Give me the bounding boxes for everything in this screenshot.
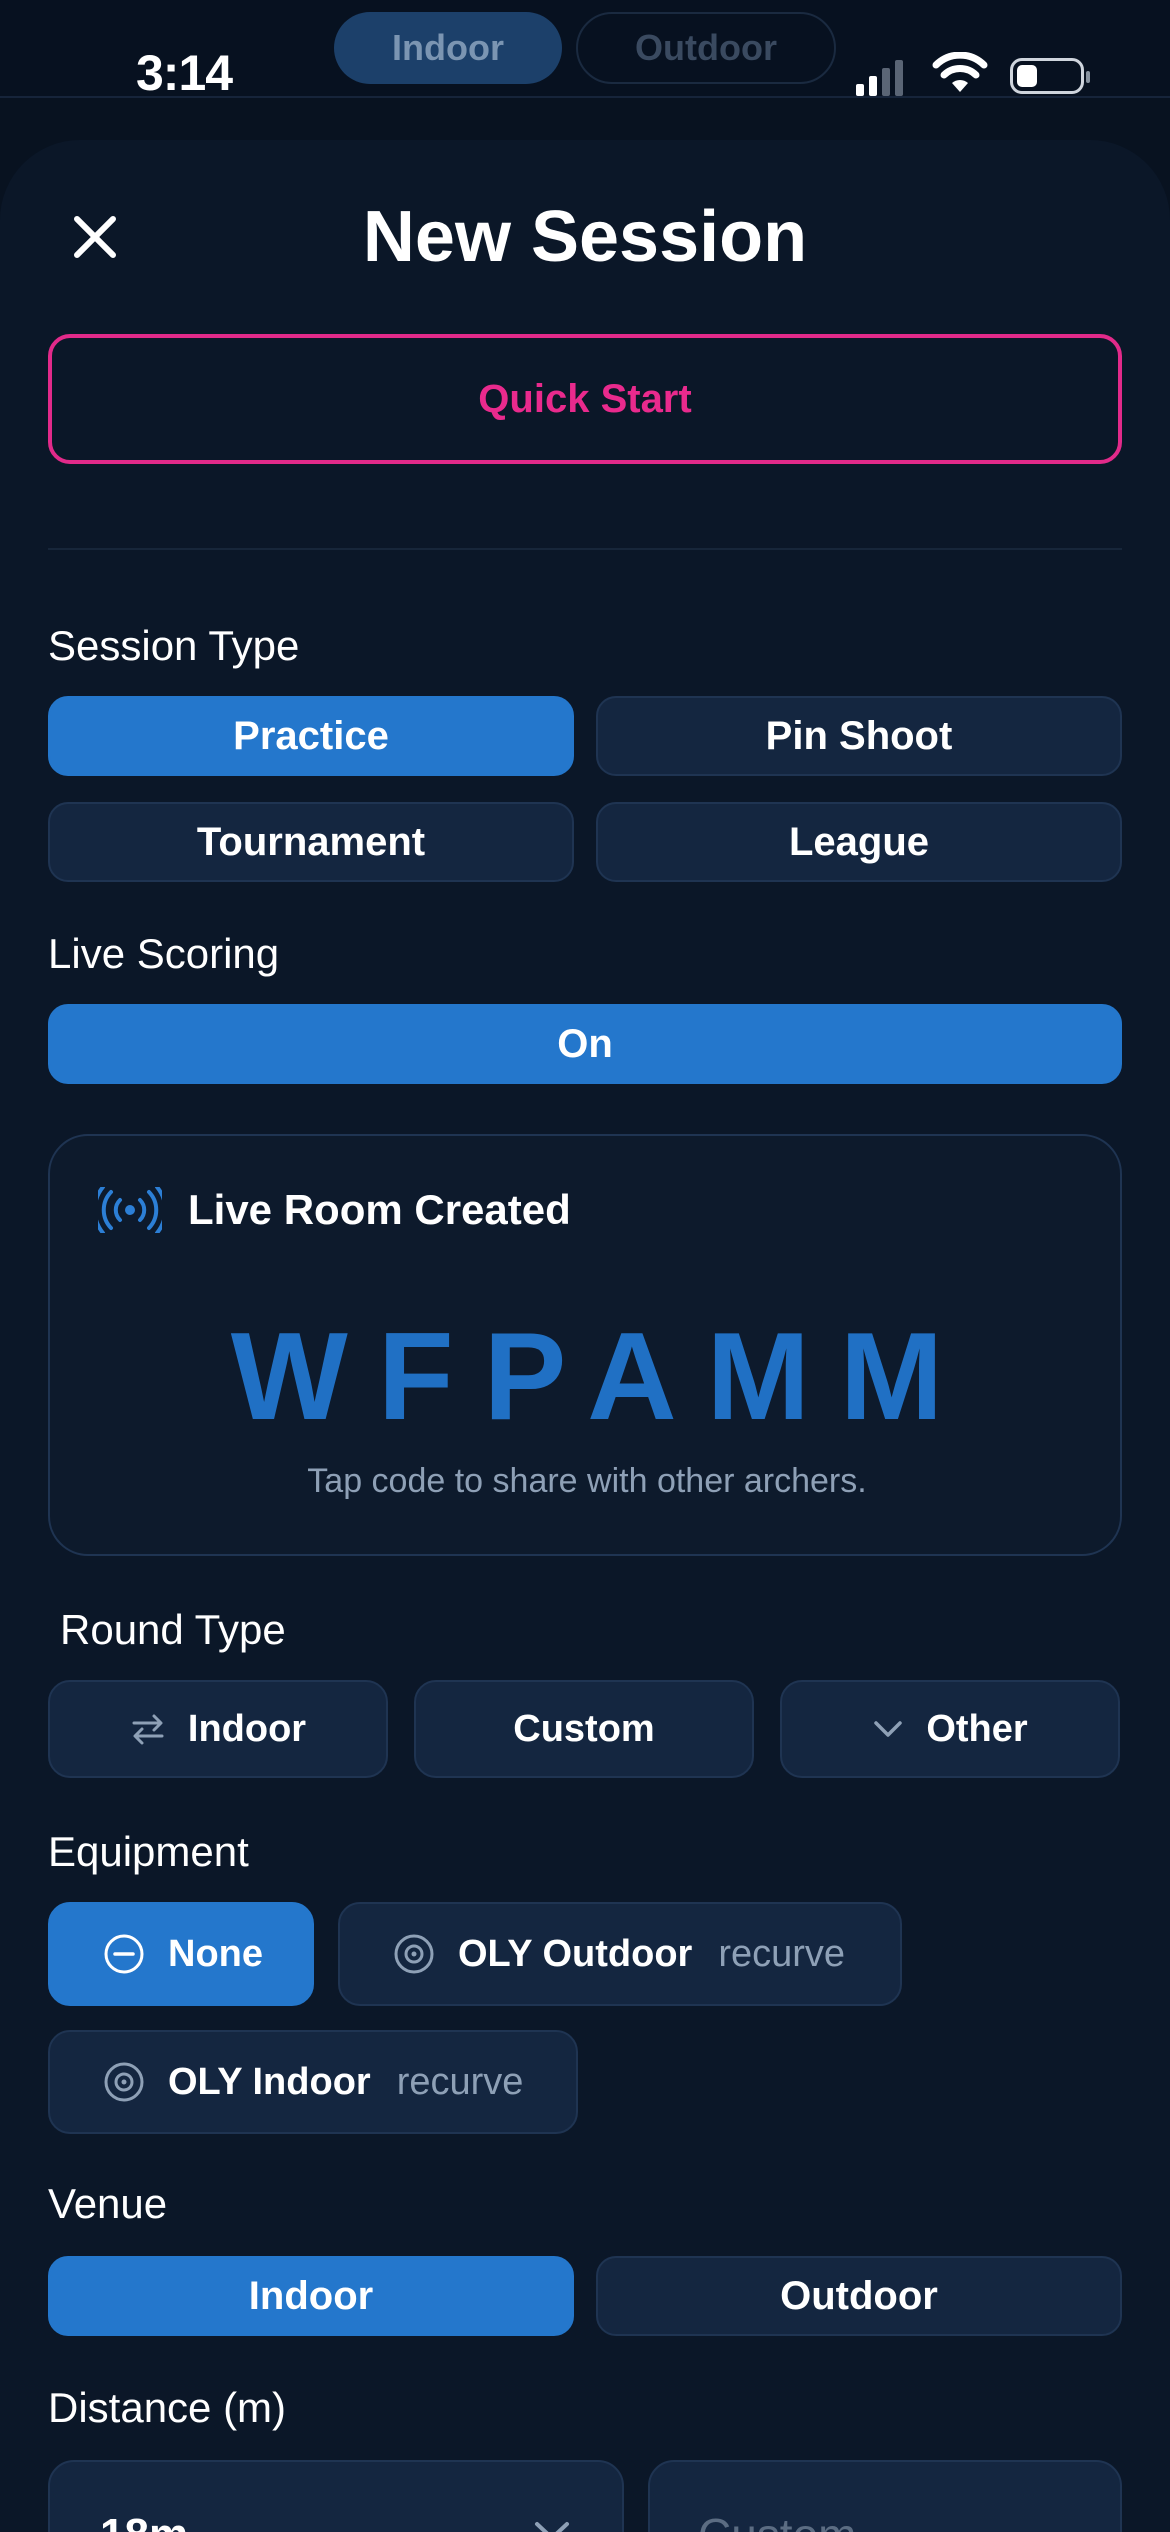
chevron-down-icon xyxy=(535,2522,569,2532)
venue-indoor[interactable]: Indoor xyxy=(48,2256,574,2336)
equipment-oly-outdoor-type: recurve xyxy=(718,1932,846,1975)
equipment-oly-outdoor[interactable]: OLY Outdoor recurve xyxy=(338,1902,902,2006)
battery-icon xyxy=(1010,58,1090,94)
target-icon xyxy=(394,1934,434,1974)
target-icon xyxy=(104,2062,144,2102)
divider xyxy=(48,548,1122,550)
quick-start-button[interactable]: Quick Start xyxy=(48,334,1122,464)
custom-distance-input[interactable] xyxy=(648,2460,1122,2532)
equipment-oly-indoor[interactable]: OLY Indoor recurve xyxy=(48,2030,578,2134)
background-tab-outdoor[interactable]: Outdoor xyxy=(576,12,836,84)
distance-select[interactable]: 18m xyxy=(48,2460,624,2532)
session-type-pin-shoot[interactable]: Pin Shoot xyxy=(596,696,1122,776)
distance-label: Distance (m) xyxy=(48,2384,287,2431)
sheet-title: New Session xyxy=(362,197,808,277)
equipment-none-label: None xyxy=(168,1932,263,1975)
session-type-league[interactable]: League xyxy=(596,802,1122,882)
venue-outdoor[interactable]: Outdoor xyxy=(596,2256,1122,2336)
round-type-other[interactable]: Other xyxy=(780,1680,1120,1778)
round-type-label: Round Type xyxy=(60,1606,286,1653)
live-scoring-label: Live Scoring xyxy=(48,930,280,977)
live-room-title: Live Room Created xyxy=(188,1186,571,1233)
equipment-none[interactable]: None xyxy=(48,1902,314,2006)
status-time: 3:14 xyxy=(136,45,233,101)
minus-circle-icon xyxy=(104,1934,144,1974)
venue-label: Venue xyxy=(48,2180,168,2227)
broadcast-icon xyxy=(98,1187,162,1233)
session-type-practice[interactable]: Practice xyxy=(48,696,574,776)
round-type-indoor[interactable]: Indoor xyxy=(48,1680,388,1778)
equipment-oly-indoor-label: OLY Indoor xyxy=(168,2060,371,2103)
cellular-signal-icon xyxy=(856,60,903,96)
swap-icon xyxy=(132,1714,164,1745)
background-tab-indoor[interactable]: Indoor xyxy=(334,12,562,84)
equipment-oly-indoor-type: recurve xyxy=(396,2060,524,2103)
round-type-custom[interactable]: Custom xyxy=(414,1680,754,1778)
equipment-label: Equipment xyxy=(48,1828,249,1875)
equipment-oly-outdoor-label: OLY Outdoor xyxy=(458,1932,693,1975)
wifi-icon xyxy=(932,51,988,99)
session-type-label: Session Type xyxy=(48,622,300,669)
live-scoring-toggle[interactable]: On xyxy=(48,1004,1122,1084)
live-room-card: Live Room Created WFPAMM Tap code to sha… xyxy=(48,1134,1122,1556)
live-room-hint: Tap code to share with other archers. xyxy=(307,1462,867,1500)
session-type-tournament[interactable]: Tournament xyxy=(48,802,574,882)
chevron-down-icon xyxy=(874,1721,903,1737)
live-room-header: Live Room Created xyxy=(98,1186,571,1234)
status-bar: Indoor Outdoor 3:14 xyxy=(0,0,1170,101)
live-room-code[interactable]: WFPAMM xyxy=(50,1306,1124,1448)
round-type-indoor-label: Indoor xyxy=(187,1707,307,1750)
distance-value: 18m xyxy=(100,2510,188,2532)
round-type-other-label: Other xyxy=(926,1707,1028,1750)
round-type-custom-label: Custom xyxy=(513,1707,655,1750)
new-session-sheet: New Session Quick Start Session Type Pra… xyxy=(0,140,1170,2532)
